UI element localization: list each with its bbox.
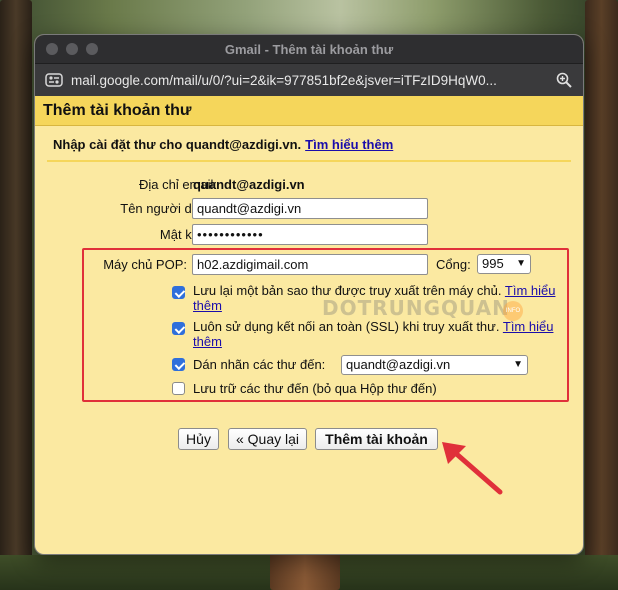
intro-line: Nhập cài đặt thư cho quandt@azdigi.vn. Tì… [47, 132, 571, 162]
window-titlebar: Gmail - Thêm tài khoản thư [35, 35, 583, 63]
window-controls [46, 43, 98, 55]
label-incoming-checkbox[interactable] [172, 358, 185, 371]
username-input[interactable]: quandt@azdigi.vn [192, 198, 428, 219]
label-select-value: quandt@azdigi.vn [346, 357, 451, 372]
email-value: quandt@azdigi.vn [193, 177, 305, 192]
chevron-down-icon: ▼ [513, 359, 523, 370]
pop-server-input[interactable]: h02.azdigimail.com [192, 254, 428, 275]
site-settings-icon[interactable] [45, 71, 63, 89]
ssl-checkbox[interactable] [172, 322, 185, 335]
chevron-down-icon: ▼ [516, 258, 526, 269]
zoom-icon[interactable] [555, 71, 573, 89]
ssl-label: Luôn sử dụng kết nối an toàn (SSL) khi t… [193, 319, 500, 334]
password-input[interactable]: •••••••••••• [192, 224, 428, 245]
port-select[interactable]: 995 ▼ [477, 254, 531, 274]
arrow-pointer-icon [436, 436, 506, 496]
archive-checkbox[interactable] [172, 382, 185, 395]
background-tree-center [270, 550, 340, 590]
ssl-option: Luôn sử dụng kết nối an toàn (SSL) khi t… [193, 319, 563, 349]
leave-copy-checkbox[interactable] [172, 286, 185, 299]
port-label: Cổng: [436, 257, 471, 272]
watermark-badge: INFO [503, 301, 523, 321]
label-incoming-label: Dán nhãn các thư đến: [193, 357, 326, 372]
page-title: Thêm tài khoản thư [35, 96, 583, 126]
background-tree-left [0, 0, 32, 590]
pop-server-label: Máy chủ POP: [103, 257, 187, 272]
label-select[interactable]: quandt@azdigi.vn ▼ [341, 355, 528, 375]
cancel-button[interactable]: Hủy [178, 428, 219, 450]
back-button[interactable]: « Quay lại [228, 428, 307, 450]
window-title: Gmail - Thêm tài khoản thư [224, 41, 394, 57]
add-account-button[interactable]: Thêm tài khoản [315, 428, 438, 450]
intro-text: Nhập cài đặt thư cho quandt@azdigi.vn. [53, 137, 302, 152]
watermark-text: DOTRUNGQUAN [322, 296, 510, 320]
learn-more-link[interactable]: Tìm hiểu thêm [305, 137, 393, 152]
archive-label: Lưu trữ các thư đến (bỏ qua Hộp thư đến) [193, 381, 437, 396]
minimize-window-button[interactable] [66, 43, 78, 55]
url-text[interactable]: mail.google.com/mail/u/0/?ui=2&ik=977851… [71, 73, 547, 88]
close-window-button[interactable] [46, 43, 58, 55]
background-tree-right [585, 0, 618, 590]
maximize-window-button[interactable] [86, 43, 98, 55]
url-bar: mail.google.com/mail/u/0/?ui=2&ik=977851… [35, 63, 583, 96]
port-select-value: 995 [482, 256, 504, 271]
